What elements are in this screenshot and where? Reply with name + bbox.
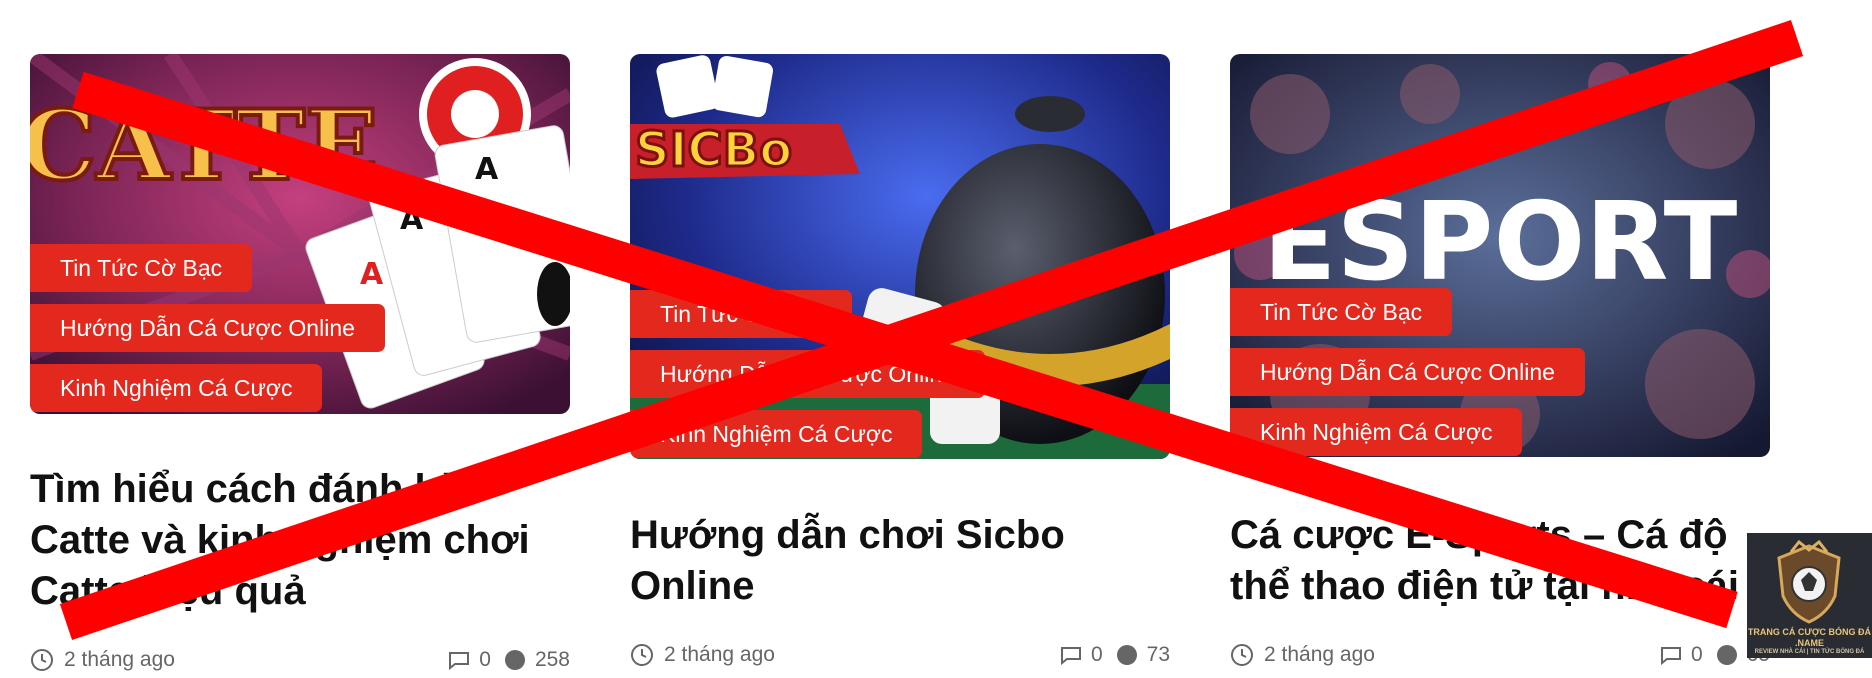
sicbo-artwork: SICBo xyxy=(630,54,1170,459)
category-tag-kinh-nghiem-ca-cuoc[interactable]: Kinh Nghiệm Cá Cược xyxy=(1230,408,1523,456)
post-meta: 2 tháng ago 0 73 xyxy=(630,643,1170,673)
post-meta: 2 tháng ago 0 65 xyxy=(1230,643,1770,673)
category-tag-kinh-nghiem-ca-cuoc[interactable]: Kinh Nghiệm Cá Cược xyxy=(630,410,923,458)
post-title-line[interactable]: Online xyxy=(630,561,1170,612)
comment-icon xyxy=(449,652,470,671)
comment-count: 0 xyxy=(1690,643,1703,666)
post-meta: 2 tháng ago 0 258 xyxy=(30,648,570,678)
comment-icon xyxy=(1660,647,1681,666)
svg-text:A: A xyxy=(475,152,499,187)
post-title[interactable]: Hướng dẫn chơi Sicbo Online xyxy=(630,510,1170,612)
image-title-text: ESPORT xyxy=(1263,180,1738,305)
post-title-line[interactable]: Cá cược E-Sports – Cá độ xyxy=(1230,510,1770,561)
views-icon xyxy=(1716,645,1737,665)
post-thumbnail[interactable]: SICBo Tin Tức Cờ Bạc Hướng Dẫn Cá Cược O… xyxy=(630,54,1170,459)
category-tag-huong-dan-ca-cuoc-online[interactable]: Hướng Dẫn Cá Cược Online xyxy=(1230,348,1585,396)
post-title-line[interactable]: Hướng dẫn chơi Sicbo xyxy=(630,510,1170,561)
post-title[interactable]: Tìm hiểu cách đánh bài Catte và kinh ngh… xyxy=(30,464,570,617)
post-thumbnail[interactable]: CATTE A A A Tin Tức Cờ Bạc Hướng Dẫn Cá … xyxy=(30,54,570,414)
shield-logo-icon xyxy=(1777,539,1841,624)
category-tag-huong-dan-ca-cuoc-online[interactable]: Hướng Dẫn Cá Cược Online xyxy=(630,350,985,398)
comment-count: 0 xyxy=(479,648,491,671)
comment-icon xyxy=(1060,647,1081,666)
category-tag-tin-tuc-co-bac[interactable]: Tin Tức Cờ Bạc xyxy=(30,244,253,292)
post-time: 2 tháng ago xyxy=(664,643,775,666)
post-title-line[interactable]: Tìm hiểu cách đánh bài xyxy=(30,464,570,515)
views-icon xyxy=(1116,645,1137,665)
view-count: 73 xyxy=(1146,643,1170,666)
category-tag-tin-tuc-co-bac[interactable]: Tin Tức Cờ Bạc xyxy=(1230,288,1453,336)
view-count: 258 xyxy=(534,648,570,671)
post-time: 2 tháng ago xyxy=(64,648,175,671)
comment-count: 0 xyxy=(1090,643,1103,666)
post-title[interactable]: Cá cược E-Sports – Cá độ thể thao điện t… xyxy=(1230,510,1770,612)
category-tag-kinh-nghiem-ca-cuoc[interactable]: Kinh Nghiệm Cá Cược xyxy=(30,364,323,412)
clock-icon xyxy=(631,644,653,666)
image-title-text: SICBo xyxy=(635,122,792,178)
clock-icon xyxy=(31,649,53,671)
image-title-text: CATTE xyxy=(30,89,378,202)
svg-text:A: A xyxy=(400,202,424,237)
badge-subtitle: .NAME xyxy=(1795,638,1824,648)
site-badge[interactable]: TRANG CÁ CƯỢC BÓNG ĐÁ .NAME REVIEW NHÀ C… xyxy=(1747,533,1872,658)
esport-artwork: ESPORT xyxy=(1230,54,1770,457)
post-time: 2 tháng ago xyxy=(1264,643,1375,666)
badge-title: TRANG CÁ CƯỢC BÓNG ĐÁ xyxy=(1747,627,1872,637)
post-title-line[interactable]: Catte hiệu quả xyxy=(30,566,570,617)
clock-icon xyxy=(1231,644,1253,666)
views-icon xyxy=(504,650,525,670)
badge-tagline: REVIEW NHÀ CÁI | TIN TỨC BÓNG ĐÁ xyxy=(1754,649,1865,655)
category-tag-tin-tuc-co-bac[interactable]: Tin Tức Cờ Bạc xyxy=(630,290,853,338)
catte-artwork: CATTE A A A xyxy=(30,54,570,414)
post-thumbnail[interactable]: ESPORT Tin Tức Cờ Bạc Hướng Dẫn Cá Cược … xyxy=(1230,54,1770,457)
svg-text:A: A xyxy=(360,257,384,292)
post-title-line[interactable]: Catte và kinh nghiệm chơi xyxy=(30,515,570,566)
category-tag-huong-dan-ca-cuoc-online[interactable]: Hướng Dẫn Cá Cược Online xyxy=(30,304,385,352)
post-title-line[interactable]: thể thao điện tử tại nhà cái xyxy=(1230,561,1770,612)
